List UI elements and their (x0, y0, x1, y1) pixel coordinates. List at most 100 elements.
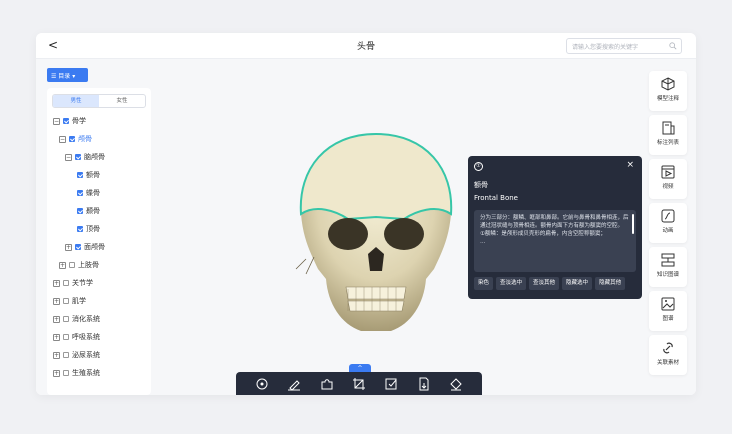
video-icon (661, 165, 675, 179)
tree-item[interactable]: 额骨 (77, 169, 100, 181)
animation-tool[interactable]: 动画 (649, 203, 687, 243)
tree-checkbox[interactable] (63, 352, 69, 358)
tree-item[interactable]: 蝶骨 (77, 187, 100, 199)
tree-checkbox[interactable] (69, 262, 75, 268)
expand-icon[interactable]: + (53, 351, 60, 359)
tree-item-label: 呼吸系统 (72, 333, 100, 341)
image-atlas-icon (661, 297, 675, 311)
tree-item[interactable]: + 泌尿系统 (53, 349, 100, 361)
tree-item-label: 骨学 (72, 117, 86, 125)
tree-checkbox[interactable] (77, 208, 83, 214)
fade-selected-button[interactable]: 查淡选中 (496, 277, 527, 290)
collapse-icon[interactable]: − (53, 117, 60, 125)
tree-item[interactable]: + 关节学 (53, 277, 93, 289)
hide-selected-button[interactable]: 隐藏选中 (562, 277, 593, 290)
tree-checkbox[interactable] (69, 136, 75, 142)
tree-item[interactable]: 顶骨 (77, 223, 100, 235)
checklist-icon[interactable] (384, 377, 398, 391)
description-scrollbar[interactable] (632, 214, 634, 234)
expand-icon[interactable]: + (53, 297, 60, 305)
export-icon[interactable] (417, 377, 431, 391)
tree-item[interactable]: 颞骨 (77, 205, 100, 217)
tree-item-label: 颅骨 (78, 135, 92, 143)
tree-checkbox[interactable] (75, 154, 81, 160)
animation-icon (661, 209, 675, 223)
tree-item-label: 额骨 (86, 171, 100, 179)
tree-checkbox[interactable] (77, 190, 83, 196)
top-bar: < 头骨 请输入您要搜索的关键字 (36, 33, 696, 59)
related-material-tool[interactable]: 关联素材 (649, 335, 687, 375)
main-area: ☰ 目录 ▾ 男性 女性 − 骨学 − 颅骨 − 脑颅骨 额骨 蝶骨 颞骨 顶骨 + 面颅骨 + 上肢骨 +… (36, 59, 696, 395)
collapse-icon[interactable]: − (65, 153, 72, 161)
knowledge-graph-label: 知识图谱 (656, 272, 679, 278)
directory-button[interactable]: ☰ 目录 ▾ (47, 68, 88, 82)
crop-icon[interactable] (352, 377, 366, 391)
tree-item-label: 生殖系统 (72, 369, 100, 377)
expand-icon[interactable]: + (53, 333, 60, 341)
tree-item[interactable]: − 脑颅骨 (65, 151, 105, 163)
tree-item-label: 脑颅骨 (84, 153, 105, 161)
tree-item-label: 泌尿系统 (72, 351, 100, 359)
related-material-label: 关联素材 (656, 360, 679, 366)
tree-item-label: 关节学 (72, 279, 93, 287)
tree-checkbox[interactable] (63, 316, 69, 322)
tree-checkbox[interactable] (77, 226, 83, 232)
annotation-list-tool[interactable]: 标注列表 (649, 115, 687, 155)
tree-item-label: 上肢骨 (78, 261, 99, 269)
structure-name-en: Frontal Bone (474, 194, 518, 202)
structure-name-cn: 额骨 (474, 181, 488, 189)
tree-checkbox[interactable] (63, 334, 69, 340)
annotation-list-label: 标注列表 (656, 140, 679, 146)
expand-icon[interactable]: + (59, 261, 66, 269)
tree-checkbox[interactable] (63, 298, 69, 304)
tab-male[interactable]: 男性 (53, 95, 99, 107)
directory-tree-panel: 男性 女性 − 骨学 − 颅骨 − 脑颅骨 额骨 蝶骨 颞骨 顶骨 + 面颅骨 + 上肢骨 + 关节学 + 肌学 +… (47, 88, 151, 395)
fade-others-button[interactable]: 查淡其他 (529, 277, 560, 290)
expand-icon[interactable]: + (53, 369, 60, 377)
description-text: 分为三部分：额鳞、眶部和鼻部。它前与鼻骨和鼻骨相连，后通过冠状缝与顶骨相连。额骨… (480, 215, 629, 245)
expand-icon[interactable]: + (53, 315, 60, 323)
search-input[interactable]: 请输入您要搜索的关键字 (566, 38, 682, 54)
tree-item[interactable]: − 颅骨 (59, 133, 92, 145)
tree-checkbox[interactable] (77, 172, 83, 178)
tree-checkbox[interactable] (63, 118, 69, 124)
expand-icon[interactable]: + (53, 279, 60, 287)
puzzle-icon[interactable] (320, 377, 334, 391)
close-icon[interactable]: × (626, 160, 634, 170)
atlas-tool[interactable]: 图谱 (649, 291, 687, 331)
video-label: 视频 (662, 184, 674, 190)
tree-item[interactable]: + 消化系统 (53, 313, 100, 325)
expand-icon[interactable]: + (65, 243, 72, 251)
tree-item-label: 蝶骨 (86, 189, 100, 197)
tree-checkbox[interactable] (63, 370, 69, 376)
paint-bucket-icon[interactable] (449, 377, 463, 391)
tree-item[interactable]: + 呼吸系统 (53, 331, 100, 343)
atlas-label: 图谱 (662, 316, 674, 322)
hide-others-button[interactable]: 隐藏其他 (595, 277, 626, 290)
tree-checkbox[interactable] (63, 280, 69, 286)
tree-item-label: 颞骨 (86, 207, 100, 215)
directory-label: 目录 (58, 73, 71, 80)
model-annotation-label: 模型注释 (656, 96, 679, 102)
tree-item[interactable]: + 肌学 (53, 295, 86, 307)
tree-item[interactable]: + 面颅骨 (65, 241, 105, 253)
tree-checkbox[interactable] (75, 244, 81, 250)
structure-description: 分为三部分：额鳞、眶部和鼻部。它前与鼻骨和鼻骨相连，后通过冠状缝与顶骨相连。额骨… (474, 210, 636, 272)
knowledge-graph-tool[interactable]: 知识图谱 (649, 247, 687, 287)
rotate-icon[interactable] (255, 377, 269, 391)
tree-item[interactable]: + 生殖系统 (53, 367, 100, 379)
caret-down-icon: ▾ (70, 73, 76, 80)
tree-item[interactable]: + 上肢骨 (59, 259, 99, 271)
tree-item-label: 肌学 (72, 297, 86, 305)
card-actions: 染色 查淡选中 查淡其他 隐藏选中 隐藏其他 (474, 277, 626, 290)
search-icon[interactable] (669, 42, 677, 50)
model-annotation-tool[interactable]: 模型注释 (649, 71, 687, 111)
structure-info-card: ① × 额骨 Frontal Bone 分为三部分：额鳞、眶部和鼻部。它前与鼻骨… (468, 156, 642, 299)
pen-icon[interactable] (287, 377, 301, 391)
video-tool[interactable]: 视频 (649, 159, 687, 199)
tree-item[interactable]: − 骨学 (53, 115, 86, 127)
dye-button[interactable]: 染色 (474, 277, 494, 290)
skull-3d-model[interactable] (286, 129, 466, 339)
collapse-icon[interactable]: − (59, 135, 66, 143)
tab-female[interactable]: 女性 (99, 95, 145, 107)
